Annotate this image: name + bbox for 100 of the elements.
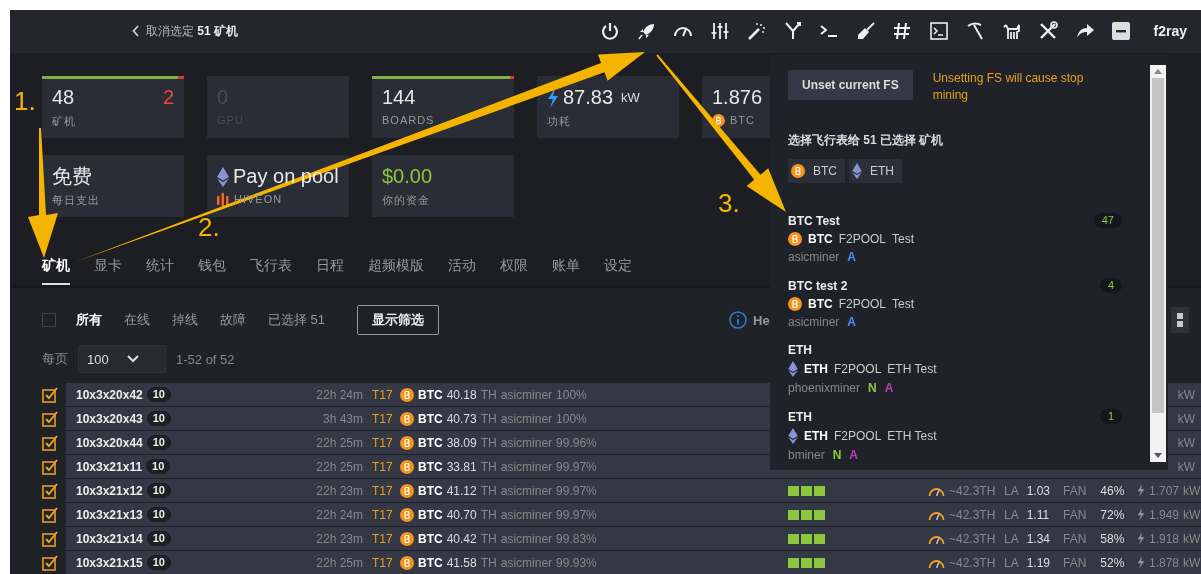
model-label: T17 (371, 411, 394, 426)
miner-tag: A (847, 250, 857, 264)
bitcoin-icon (400, 435, 414, 450)
flight-sheet-item[interactable]: BTC Test 47 BTC F2POOL Test asicminer A (788, 213, 1122, 264)
hashrate: 40.18 (446, 387, 477, 402)
menu-title: 选择飞行表给 51 已选择 矿机 (788, 132, 945, 149)
tab[interactable]: 显卡 (94, 257, 122, 285)
hashrate-unit: TH (480, 507, 497, 522)
minimize-icon[interactable] (1111, 21, 1132, 42)
fan-speed: 58% (1100, 531, 1125, 546)
row-checkbox[interactable] (42, 506, 58, 523)
tab[interactable]: 矿机 (42, 257, 70, 285)
tab[interactable]: 飞行表 (250, 257, 292, 285)
help-link[interactable]: He (753, 312, 770, 328)
filter-tab[interactable]: 已选择 51 (268, 311, 326, 329)
pickaxe-icon[interactable] (965, 21, 986, 42)
tab[interactable]: 账单 (552, 257, 580, 285)
row-checkbox[interactable] (42, 530, 58, 547)
power-draw: 1.918 (1149, 531, 1180, 546)
accepted-share: 99.96% (556, 435, 597, 450)
load-label: LA (1004, 483, 1019, 498)
broom-icon[interactable] (855, 21, 876, 42)
dog-icon[interactable] (1001, 21, 1022, 42)
rocket-icon[interactable] (636, 21, 657, 42)
fan-label: FAN (1063, 531, 1087, 546)
power-icon[interactable] (600, 21, 621, 42)
filter-tab[interactable]: 所有 (76, 311, 102, 329)
flight-sheet-item[interactable]: BTC test 2 4 BTC F2POOL Test asicminer A (788, 278, 1122, 329)
row-checkbox[interactable] (42, 386, 58, 403)
hash-icon[interactable] (892, 21, 913, 42)
stat-value: 144 (382, 86, 416, 110)
coin-label: ETH (804, 362, 828, 376)
stat-value: 87.83 (563, 86, 614, 110)
hashrate: 40.42 (446, 531, 477, 546)
miner-name: asicminer (500, 555, 553, 570)
coin-filter-chip[interactable]: ETH (849, 159, 902, 183)
load-label: LA (1004, 507, 1019, 522)
sliders-icon[interactable] (709, 21, 730, 42)
stat-label: BTC (730, 114, 755, 127)
branch-icon[interactable] (782, 21, 803, 42)
pool-name: F2POOL (838, 297, 887, 311)
info-icon[interactable] (729, 311, 748, 329)
scroll-up-icon[interactable] (1154, 69, 1162, 74)
magic-wand-icon[interactable] (746, 21, 767, 42)
stat-value: 48 (52, 86, 75, 110)
worker-count: 10 (146, 435, 171, 450)
show-filter-button[interactable]: 显示筛选 (357, 305, 440, 335)
row-checkbox[interactable] (42, 434, 58, 451)
stat-value: 1.876 (712, 86, 763, 110)
worker-row[interactable]: 10x3x21x14 10 22h 23m T17 BTC 40.42 TH asicminer 99.83% ~42.3TH LA 1.34 FAN 58% 1.918 kW (66, 527, 1201, 550)
row-checkbox[interactable] (42, 482, 58, 499)
ethereum-icon (788, 361, 798, 377)
user-name[interactable]: f2ray (1153, 23, 1187, 40)
ethereum-icon (217, 166, 229, 187)
load-average: 1.34 (1026, 531, 1051, 546)
unset-flight-sheet-button[interactable]: Unset current FS (788, 70, 913, 100)
uptime: 22h 25m (315, 459, 363, 474)
power-unit: kW (1183, 507, 1201, 522)
uptime: 3h 43m (321, 411, 363, 426)
tab[interactable]: 权限 (500, 257, 528, 285)
back-icon[interactable] (132, 25, 140, 38)
miner-name: phoenixminer (788, 381, 861, 395)
filter-tab[interactable]: 故障 (220, 311, 246, 329)
worker-count: 10 (146, 459, 171, 474)
scroll-thumb[interactable] (1152, 78, 1164, 413)
tab[interactable]: 超频模版 (368, 257, 424, 285)
uptime: 22h 23m (315, 483, 363, 498)
alert-count: 2 (162, 86, 174, 110)
bitcoin-icon (400, 459, 414, 474)
worker-row[interactable]: 10x3x21x12 10 22h 23m T17 BTC 41.12 TH asicminer 99.97% ~42.3TH LA 1.03 FAN 46% 1.707 kW (66, 479, 1201, 502)
worker-name: 10x3x21x11 (76, 459, 143, 474)
power-unit: kW (1177, 387, 1195, 402)
bitcoin-icon (400, 483, 414, 498)
worker-row[interactable]: 10x3x21x15 10 22h 25m T17 BTC 41.58 TH asicminer 99.93% ~42.3TH LA 1.19 FAN 52% 1.878 kW (66, 551, 1201, 574)
row-checkbox[interactable] (42, 410, 58, 427)
worker-row[interactable]: 10x3x21x13 10 22h 24m T17 BTC 40.70 TH asicminer 99.97% ~42.3TH LA 1.11 FAN 72% 1.949 kW (66, 503, 1201, 526)
tab[interactable]: 统计 (146, 257, 174, 285)
pool-name: F2POOL (834, 429, 882, 443)
tab[interactable]: 日程 (316, 257, 344, 285)
per-page-select[interactable]: 100 (78, 345, 166, 373)
tab[interactable]: 活动 (448, 257, 476, 285)
filter-tab[interactable]: 在线 (124, 311, 150, 329)
columns-button[interactable] (1171, 307, 1189, 333)
select-all-checkbox[interactable] (42, 313, 56, 327)
hashrate-unit: TH (480, 435, 497, 450)
deselect-link[interactable]: 取消选定 51 矿机 (146, 22, 239, 40)
coin-label: BTC (418, 387, 443, 402)
tab[interactable]: 设定 (604, 257, 632, 285)
hashrate-unit: TH (480, 555, 497, 570)
filter-tab[interactable]: 掉线 (172, 311, 198, 329)
wallet-name: ETH Test (887, 429, 937, 443)
miner-name: asicminer (500, 411, 553, 426)
row-checkbox[interactable] (42, 554, 58, 571)
stat-value: $0.00 (382, 165, 433, 189)
console-icon[interactable] (928, 21, 949, 42)
tab[interactable]: 钱包 (198, 257, 226, 285)
coin-filter-chip[interactable]: BTC (788, 159, 845, 183)
scrollbar[interactable] (1150, 65, 1166, 462)
row-checkbox[interactable] (42, 458, 58, 475)
worker-name: 10x3x21x13 (76, 507, 143, 522)
